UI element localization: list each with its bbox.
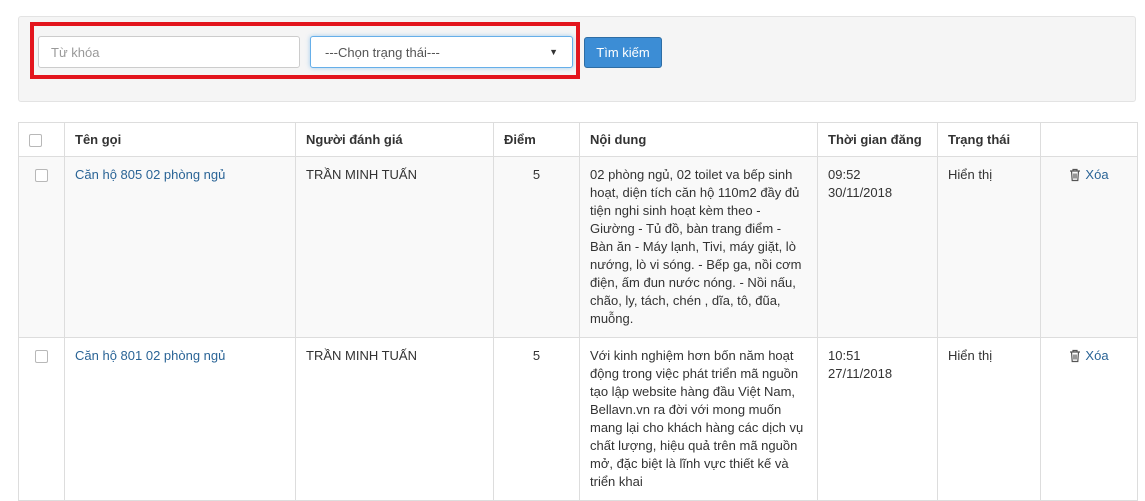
- table-row: Căn hộ 805 02 phòng ngủ TRẦN MINH TUẤN 5…: [18, 156, 1138, 338]
- posted-time-cell: 10:51 27/11/2018: [817, 337, 938, 501]
- reviewer-cell: TRẦN MINH TUẤN: [295, 337, 494, 501]
- header-posted-time: Thời gian đăng: [817, 122, 938, 157]
- select-all-checkbox[interactable]: [29, 133, 42, 147]
- delete-label: Xóa: [1085, 348, 1109, 363]
- row-checkbox[interactable]: [35, 350, 48, 364]
- posted-time-cell: 09:52 30/11/2018: [817, 156, 938, 338]
- header-content: Nội dung: [579, 122, 818, 157]
- header-reviewer: Người đánh giá: [295, 122, 494, 157]
- status-select-value: ---Chọn trạng thái---: [325, 44, 440, 60]
- header-select-all[interactable]: [18, 122, 65, 157]
- score-cell: 5: [493, 337, 580, 501]
- score-cell: 5: [493, 156, 580, 338]
- table-header-row: Tên gọi Người đánh giá Điểm Nội dung Thờ…: [18, 122, 1138, 157]
- trash-icon: [1069, 168, 1081, 182]
- action-cell: Xóa: [1040, 156, 1138, 338]
- row-select-cell: [18, 156, 65, 338]
- content-cell: 02 phòng ngủ, 02 toilet va bếp sinh hoạt…: [579, 156, 818, 338]
- row-checkbox[interactable]: [35, 169, 48, 183]
- status-cell: Hiển thị: [937, 156, 1041, 338]
- row-select-cell: [18, 337, 65, 501]
- name-cell: Căn hộ 805 02 phòng ngủ: [64, 156, 296, 338]
- status-select[interactable]: ---Chọn trạng thái--- ▼: [310, 36, 573, 68]
- trash-icon: [1069, 349, 1081, 363]
- caret-down-icon: ▼: [549, 47, 558, 57]
- keyword-input[interactable]: [38, 36, 300, 68]
- reviewer-cell: TRẦN MINH TUẤN: [295, 156, 494, 338]
- item-name-link[interactable]: Căn hộ 805 02 phòng ngủ: [75, 167, 225, 182]
- review-table: Tên gọi Người đánh giá Điểm Nội dung Thờ…: [18, 122, 1138, 501]
- delete-button[interactable]: Xóa: [1069, 166, 1109, 184]
- delete-label: Xóa: [1085, 167, 1109, 182]
- delete-button[interactable]: Xóa: [1069, 347, 1109, 365]
- header-action: [1040, 122, 1138, 157]
- table-row: Căn hộ 801 02 phòng ngủ TRẦN MINH TUẤN 5…: [18, 337, 1138, 501]
- content-cell: Với kinh nghiệm hơn bốn năm hoạt động tr…: [579, 337, 818, 501]
- action-cell: Xóa: [1040, 337, 1138, 501]
- header-status: Trạng thái: [937, 122, 1041, 157]
- search-button[interactable]: Tìm kiếm: [584, 37, 662, 68]
- header-name: Tên gọi: [64, 122, 296, 157]
- item-name-link[interactable]: Căn hộ 801 02 phòng ngủ: [75, 348, 225, 363]
- status-cell: Hiển thị: [937, 337, 1041, 501]
- name-cell: Căn hộ 801 02 phòng ngủ: [64, 337, 296, 501]
- header-score: Điểm: [493, 122, 580, 157]
